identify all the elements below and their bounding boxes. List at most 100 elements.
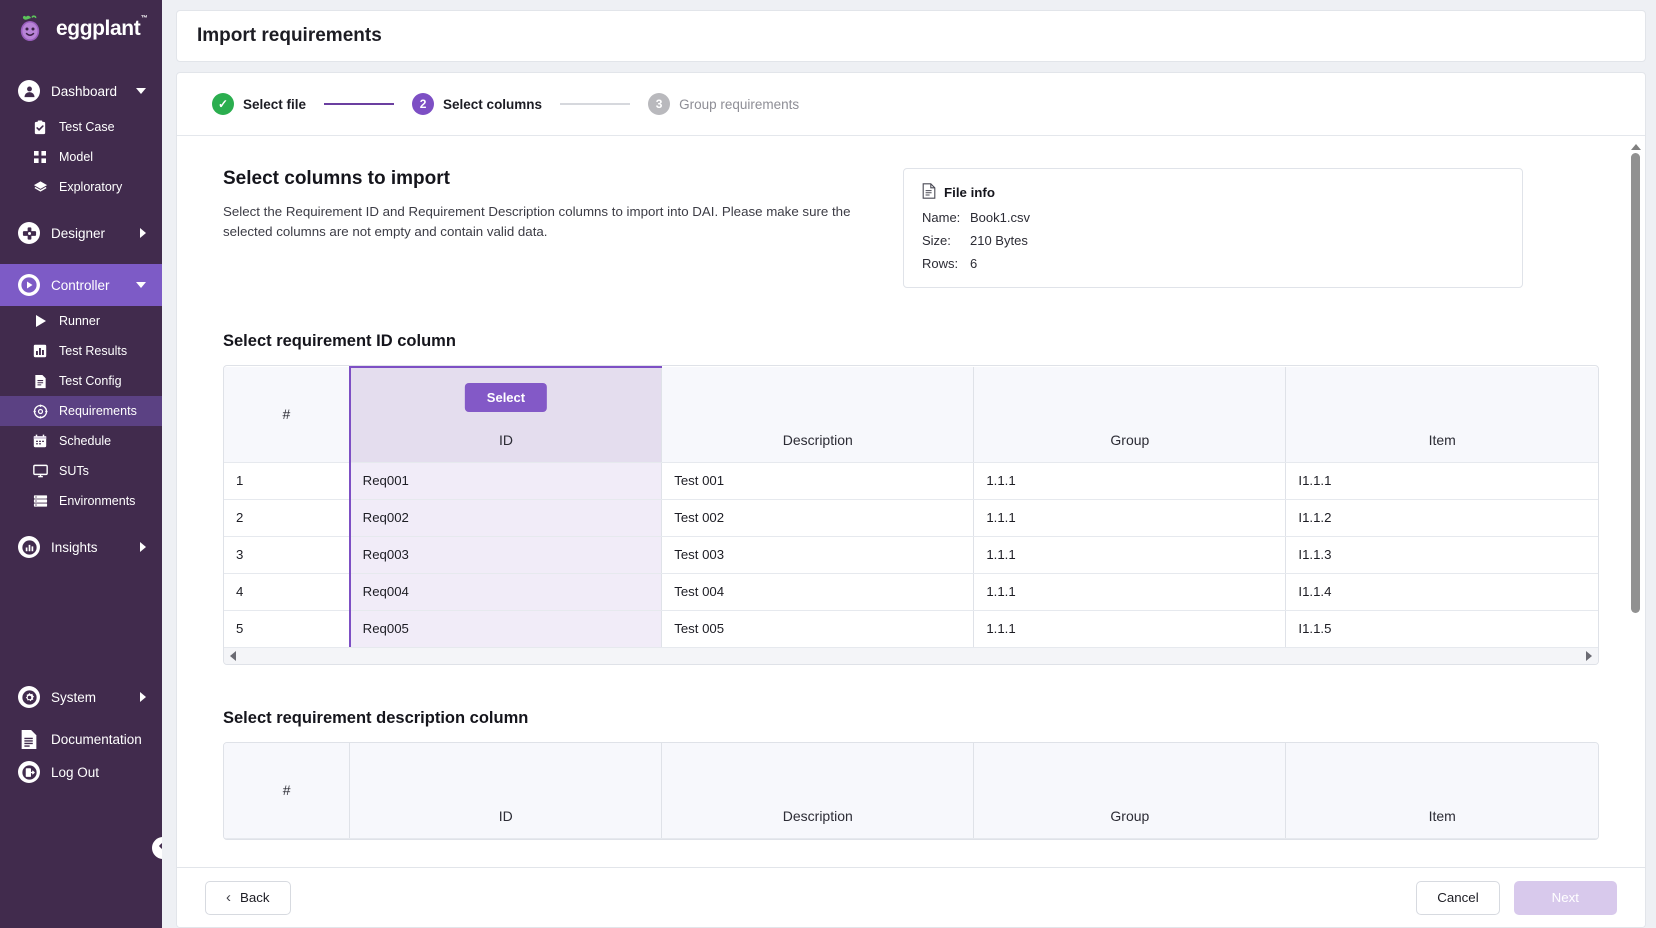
step-select-file[interactable]: ✓ Select file (212, 93, 306, 115)
column-header-number: # (224, 743, 351, 839)
file-info-row-name: Name: Book1.csv (922, 210, 1504, 225)
scroll-left-arrow-icon[interactable] (230, 651, 236, 661)
cell-group: 1.1.1 (973, 536, 1287, 574)
cell-number: 5 (224, 610, 351, 647)
footer-actions: Cancel Next (1416, 880, 1617, 915)
layers-icon (32, 179, 48, 195)
chevron-right-icon[interactable] (140, 692, 146, 702)
scroll-up-arrow-icon[interactable] (1630, 144, 1641, 150)
next-button[interactable]: Next (1513, 880, 1617, 915)
chevron-right-icon[interactable] (140, 542, 146, 552)
clipboard-check-icon (32, 119, 48, 135)
column-header-description[interactable]: Description (661, 743, 975, 839)
brand-tm: ™ (140, 15, 148, 22)
sidebar-item-model[interactable]: Model (0, 142, 162, 172)
cell-id: Req001 (348, 462, 663, 500)
sidebar-item-label: Runner (59, 314, 100, 328)
cell-group: 1.1.1 (973, 462, 1287, 500)
back-button[interactable]: ‹ Back (205, 880, 291, 915)
sidebar-group-dashboard[interactable]: Dashboard (0, 70, 162, 112)
step-connector-1 (324, 103, 395, 105)
cancel-button[interactable]: Cancel (1416, 880, 1500, 915)
sidebar-item-exploratory[interactable]: Exploratory (0, 172, 162, 202)
chevron-right-icon[interactable] (140, 228, 146, 238)
select-column-button[interactable]: Select (464, 383, 548, 412)
file-info-key: Rows: (922, 256, 959, 271)
eggplant-logo-icon (18, 14, 48, 44)
step-select-columns[interactable]: 2 Select columns (412, 93, 542, 115)
column-header-item[interactable]: Item (1285, 743, 1598, 839)
column-header-id-label: ID (498, 431, 513, 448)
doc-lines-icon (18, 728, 40, 750)
requirement-description-table: # ID Description Group Item (224, 743, 1598, 839)
sidebar-group-label: Controller (51, 277, 110, 293)
cell-group: 1.1.1 (973, 610, 1287, 647)
wizard-card: ✓ Select file 2 Select columns 3 Group r… (176, 72, 1646, 928)
column-header-item[interactable]: Item (1285, 367, 1598, 463)
document-icon (32, 373, 48, 389)
sidebar-item-test-config[interactable]: Test Config (0, 366, 162, 396)
table-row: 3 Req003 Test 003 1.1.1 I1.1.3 (224, 536, 1598, 574)
sidebar-item-label: Test Case (59, 120, 115, 134)
sidebar-item-label: Environments (59, 494, 136, 508)
sidebar-item-label: Schedule (59, 434, 112, 448)
scrollbar-thumb[interactable] (1631, 153, 1640, 613)
sidebar-item-requirements[interactable]: Requirements (0, 396, 162, 426)
cell-description: Test 001 (661, 462, 975, 500)
column-header-number: # (224, 367, 351, 463)
sidebar-item-runner[interactable]: Runner (0, 306, 162, 336)
sidebar-group-label: Dashboard (51, 83, 118, 99)
table-id-title: Select requirement ID column (223, 332, 456, 350)
brand-logo[interactable]: eggplant ™ (0, 0, 162, 58)
wizard-footer: ‹ Back Cancel Next (177, 867, 1645, 927)
step-group-requirements: 3 Group requirements (648, 93, 799, 115)
table-row: 1 Req001 Test 001 1.1.1 I1.1.1 (224, 462, 1598, 500)
sidebar-item-test-case[interactable]: Test Case (0, 112, 162, 142)
grid-squares-icon (32, 149, 48, 165)
chevron-down-icon[interactable] (136, 282, 146, 288)
sidebar-item-test-results[interactable]: Test Results (0, 336, 162, 366)
step-label: Select columns (443, 96, 543, 112)
intro-row: Select columns to import Select the Requ… (223, 168, 1599, 288)
table-desc-head: # ID Description Group Item (224, 743, 1598, 839)
cell-item: I1.1.5 (1285, 610, 1598, 647)
table-id-head: # Select ID Description Group Item (224, 366, 1598, 463)
main-content: Import requirements ✓ Select file 2 Sele… (162, 0, 1656, 928)
step-label: Select file (243, 96, 307, 112)
column-header-group[interactable]: Group (973, 743, 1287, 839)
vertical-scrollbar[interactable] (1629, 144, 1642, 764)
page-header: Import requirements (176, 10, 1646, 62)
file-info-panel: File info Name: Book1.csv Size: 210 Byte… (903, 168, 1523, 288)
step-label: Group requirements (679, 96, 800, 112)
table-header-row: # ID Description Group Item (224, 743, 1598, 839)
cancel-button-label: Cancel (1437, 890, 1479, 905)
column-header-description[interactable]: Description (661, 367, 975, 463)
sidebar-group-label: Log Out (51, 764, 100, 780)
cell-number: 4 (224, 573, 351, 611)
sidebar-item-suts[interactable]: SUTs (0, 456, 162, 486)
table-id-body: 1 Req001 Test 001 1.1.1 I1.1.1 2 Req002 … (224, 462, 1598, 647)
sidebar-group-designer[interactable]: Designer (0, 212, 162, 254)
sidebar-group-documentation[interactable]: Documentation (0, 718, 162, 760)
sidebar-item-environments[interactable]: Environments (0, 486, 162, 516)
column-header-id[interactable]: ID (349, 743, 663, 839)
cell-id: Req005 (348, 610, 663, 647)
sidebar-group-label: Designer (51, 225, 106, 241)
sidebar-group-system[interactable]: System (0, 676, 162, 718)
column-header-id[interactable]: Select ID (348, 366, 663, 463)
chevron-down-icon[interactable] (136, 88, 146, 94)
chevron-left-circle-icon (157, 839, 162, 857)
sidebar-item-schedule[interactable]: Schedule (0, 426, 162, 456)
cell-number: 1 (224, 462, 351, 500)
table-id-horizontal-scrollbar[interactable] (224, 647, 1598, 664)
column-header-group[interactable]: Group (973, 367, 1287, 463)
sidebar-group-insights[interactable]: Insights (0, 526, 162, 568)
scroll-right-arrow-icon[interactable] (1586, 651, 1592, 661)
logout-icon (18, 761, 40, 783)
sidebar-item-label: Test Config (59, 374, 122, 388)
sidebar-group-controller[interactable]: Controller (0, 264, 162, 306)
sidebar-group-logout[interactable]: Log Out (0, 760, 162, 802)
file-info-title: File info (944, 185, 995, 200)
